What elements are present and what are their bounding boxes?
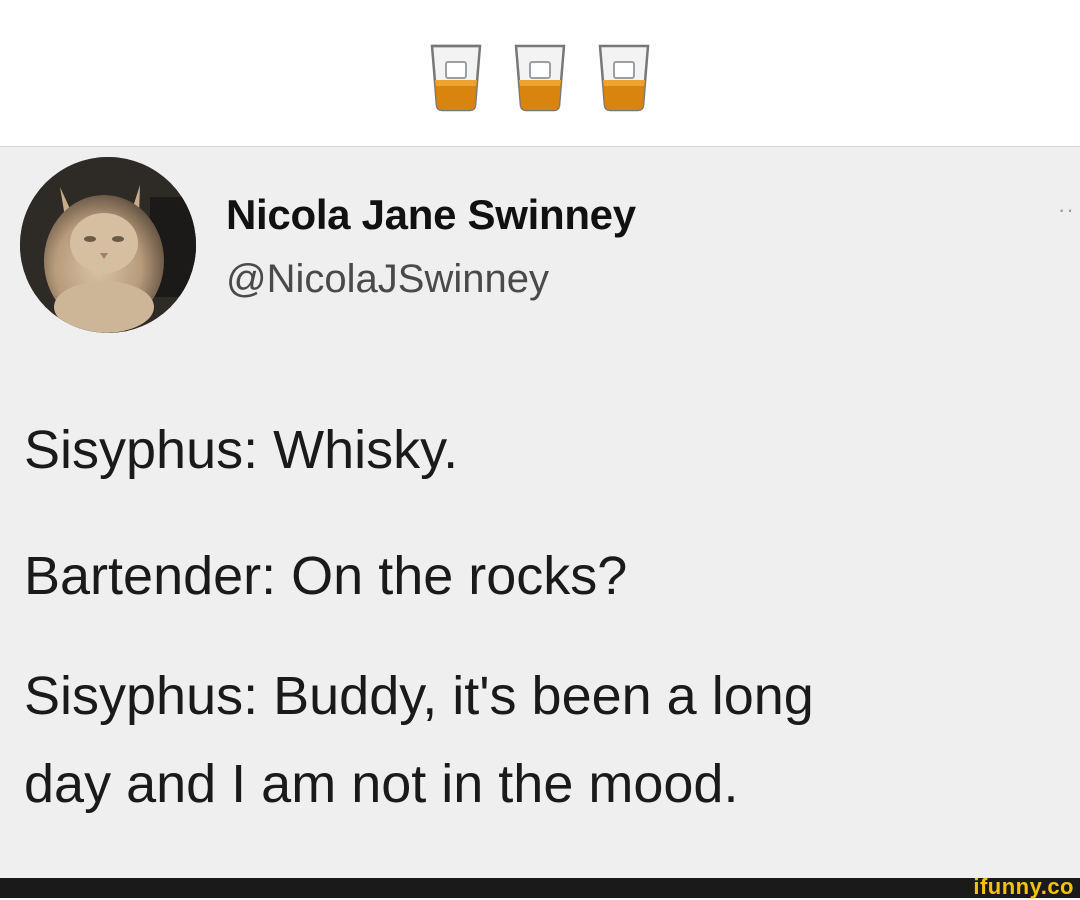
- tweet-line-2: Bartender: On the rocks?: [24, 546, 628, 606]
- user-handle[interactable]: @NicolaJSwinney: [226, 257, 549, 302]
- emoji-row: [428, 40, 652, 112]
- more-options-icon[interactable]: ··: [1058, 197, 1075, 223]
- avatar[interactable]: [20, 157, 196, 333]
- caption-area: [0, 0, 1080, 146]
- ifunny-watermark[interactable]: ifunny.co: [973, 874, 1074, 900]
- tumbler-glass-icon: [598, 44, 650, 112]
- tweet-card: Nicola Jane Swinney @NicolaJSwinney ·· S…: [0, 146, 1080, 878]
- tweet-line-1: Sisyphus: Whisky.: [24, 420, 459, 480]
- cat-avatar-icon: [20, 157, 196, 333]
- tumbler-glass-icon: [430, 44, 482, 112]
- tweet-line-3: Sisyphus: Buddy, it's been a long: [24, 666, 814, 726]
- tweet-line-4: day and I am not in the mood.: [24, 754, 739, 814]
- footer-bar: ifunny.co: [0, 874, 1080, 899]
- tumbler-glass-icon: [514, 44, 566, 112]
- display-name[interactable]: Nicola Jane Swinney: [226, 191, 636, 239]
